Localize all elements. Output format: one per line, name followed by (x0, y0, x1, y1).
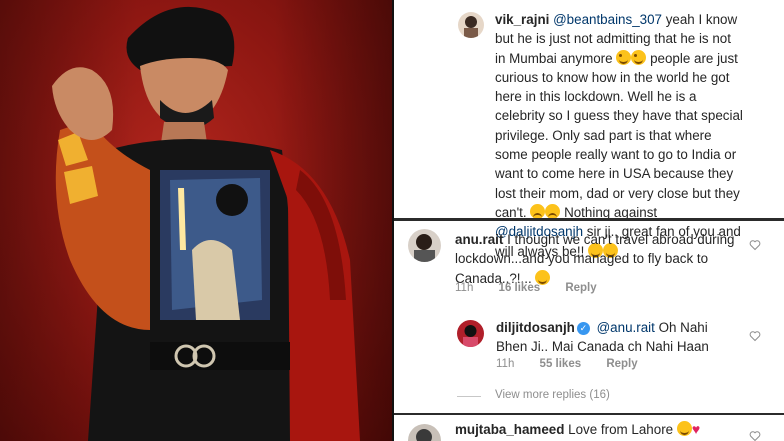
reply-button[interactable]: Reply (606, 358, 637, 370)
reply-button[interactable]: Reply (565, 282, 596, 294)
comment-meta: 11h 16 likes Reply (455, 282, 619, 294)
comment-anu-rait: anu.rait I thought we can't travel abroa… (455, 230, 737, 288)
username-link[interactable]: diljitdosanjh (496, 320, 575, 335)
likes-count[interactable]: 55 likes (540, 358, 582, 370)
mention-link[interactable]: @anu.rait (597, 320, 655, 335)
username-link[interactable]: mujtaba_hameed (455, 422, 564, 437)
username-link[interactable]: vik_rajni (495, 12, 549, 27)
likes-count[interactable]: 16 likes (499, 282, 541, 294)
comment-meta: 11h 55 likes Reply (496, 358, 660, 370)
timestamp: 11h (496, 358, 515, 370)
comment-body: Love from Lahore (568, 422, 674, 437)
person-illustration (52, 6, 360, 441)
screenshot-separator (394, 413, 784, 415)
like-heart-icon[interactable] (749, 239, 761, 251)
like-heart-icon[interactable] (749, 430, 761, 441)
avatar[interactable] (408, 229, 441, 262)
avatar[interactable] (408, 424, 441, 441)
mention-link[interactable]: @beantbains_307 (553, 12, 662, 27)
timestamp: 11h (455, 282, 474, 294)
view-more-replies-button[interactable]: View more replies (16) (495, 389, 610, 401)
reply-diljitdosanjh: diljitdosanjh ✓ @anu.rait Oh Nahi Bhen Ji… (496, 318, 736, 357)
avatar[interactable] (457, 320, 484, 347)
verified-badge-icon: ✓ (576, 322, 590, 335)
celebrity-photo (0, 0, 392, 441)
view-more-divider (457, 396, 481, 397)
red-heart-icon: ♥ (691, 421, 701, 437)
comment-mujtaba-hameed: mujtaba_hameed Love from Lahore ♥ (455, 420, 755, 439)
comment-body: people are just curious to know how in t… (495, 50, 743, 220)
comment-vik-rajni: vik_rajni @beantbains_307 yeah I know bu… (495, 10, 743, 261)
winking-face-icon (616, 49, 632, 65)
winking-face-icon (631, 49, 647, 65)
pensive-face-icon (545, 203, 561, 219)
heart-eyes-face-icon (676, 421, 692, 436)
avatar[interactable] (458, 12, 484, 38)
username-link[interactable]: anu.rait (455, 232, 503, 247)
comments-panel: vik_rajni @beantbains_307 yeah I know bu… (394, 0, 784, 441)
pensive-face-icon (530, 203, 546, 219)
like-heart-icon[interactable] (749, 330, 761, 342)
screenshot-separator (394, 218, 784, 221)
